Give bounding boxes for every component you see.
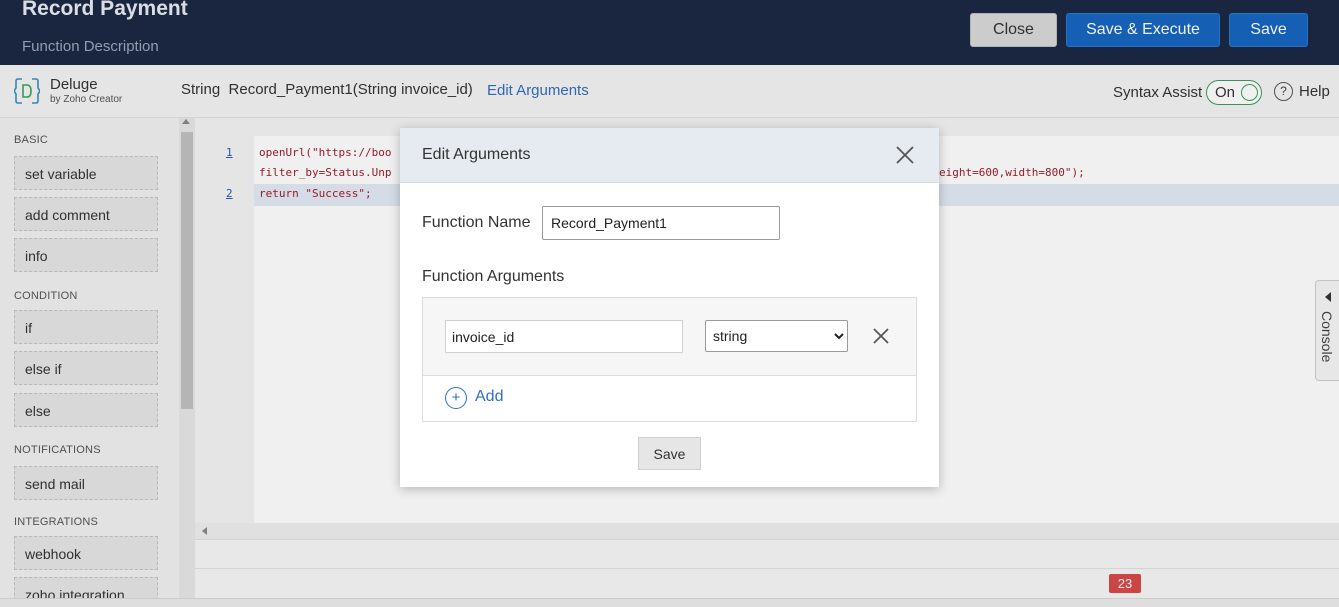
function-arguments-label: Function Arguments bbox=[422, 268, 565, 285]
add-argument-button[interactable]: Add bbox=[475, 388, 503, 406]
add-icon[interactable]: + bbox=[445, 387, 467, 409]
remove-argument-icon[interactable] bbox=[872, 327, 890, 345]
dialog-save-button[interactable]: Save bbox=[638, 437, 701, 470]
close-icon[interactable] bbox=[894, 144, 916, 166]
edit-arguments-dialog: Edit Arguments Function Name Function Ar… bbox=[400, 128, 939, 487]
argument-name-input[interactable] bbox=[445, 320, 683, 353]
function-name-input[interactable] bbox=[542, 206, 780, 240]
argument-row: string bbox=[423, 298, 916, 376]
function-name-label: Function Name bbox=[422, 214, 531, 231]
dialog-title: Edit Arguments bbox=[422, 146, 531, 163]
arguments-list: string + Add bbox=[422, 297, 917, 422]
argument-type-select[interactable]: string bbox=[705, 320, 848, 352]
dialog-header: Edit Arguments bbox=[400, 128, 939, 183]
